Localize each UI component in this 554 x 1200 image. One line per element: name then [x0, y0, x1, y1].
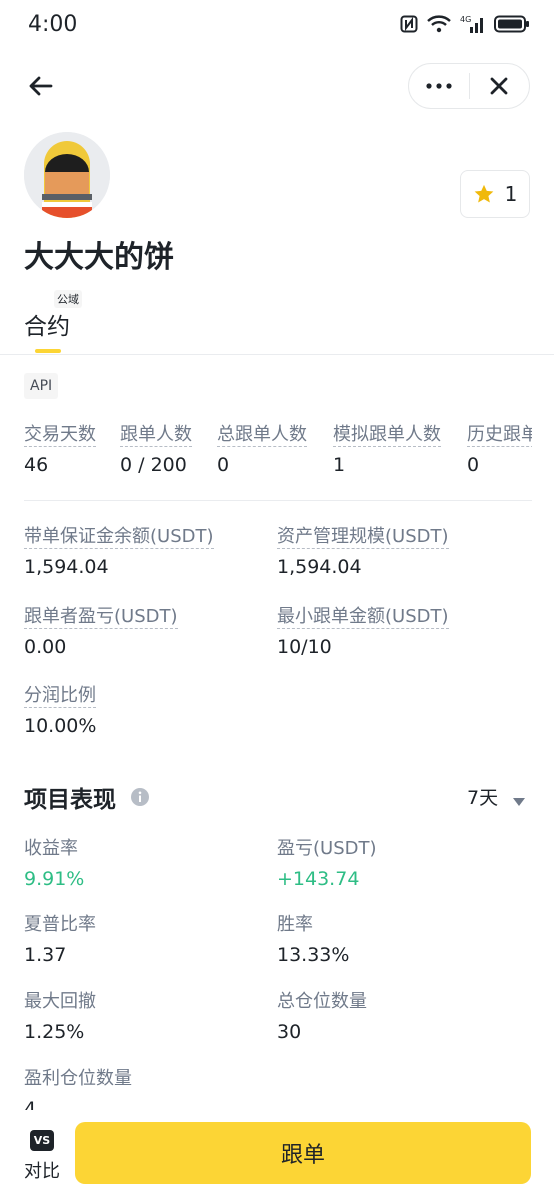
max-drawdown-label: 最大回撤	[24, 991, 96, 1012]
status-icons: 4G	[400, 14, 530, 34]
info-icon[interactable]	[130, 787, 150, 811]
compare-icon[interactable]: VS	[30, 1130, 54, 1151]
pnl-label: 盈亏(USDT)	[277, 838, 377, 859]
stat-value: 46	[24, 454, 49, 476]
star-icon	[474, 184, 493, 203]
profit-share-label: 分润比例	[24, 685, 96, 708]
follower-pnl-label: 跟单者盈亏(USDT)	[24, 606, 178, 629]
period-selector[interactable]: 7天	[467, 783, 498, 810]
margin-balance-value: 1,594.04	[24, 556, 109, 578]
back-button[interactable]	[22, 70, 58, 102]
aum-value: 1,594.04	[277, 556, 362, 578]
signal-icon: 4G	[460, 15, 483, 33]
profit-share-value: 10.00%	[24, 715, 97, 737]
stat-value: 0	[217, 454, 230, 476]
min-copy-label: 最小跟单金额(USDT)	[277, 606, 449, 629]
close-icon	[491, 77, 508, 95]
compare-label[interactable]: 对比	[24, 1157, 60, 1183]
tab-indicator	[35, 349, 61, 353]
win-rate-value: 13.33%	[277, 944, 350, 966]
win-rate-label: 胜率	[277, 914, 313, 935]
performance-title: 项目表现	[24, 787, 116, 813]
tab-futures[interactable]: 合约	[24, 307, 70, 341]
avatar	[24, 132, 110, 218]
tab-badge: 公域	[54, 290, 82, 308]
status-time: 4:00	[28, 12, 78, 37]
favorite-button[interactable]: 1	[460, 170, 530, 218]
header-actions	[408, 63, 530, 109]
roi-label: 收益率	[24, 838, 78, 859]
stat-value: 0 / 200	[120, 454, 187, 476]
back-arrow-icon	[29, 76, 53, 96]
wifi-icon	[427, 15, 451, 33]
profitable-positions-label: 盈利仓位数量	[24, 1068, 132, 1089]
max-drawdown-value: 1.25%	[24, 1021, 85, 1043]
api-badge: API	[24, 373, 59, 399]
min-copy-value: 10/10	[277, 636, 332, 658]
favorite-count: 1	[504, 182, 518, 206]
battery-icon	[494, 15, 529, 33]
follower-pnl-value: 0.00	[24, 636, 67, 658]
more-icon	[426, 83, 452, 89]
total-positions-label: 总仓位数量	[277, 991, 367, 1012]
stat-label: 模拟跟单人数	[333, 424, 441, 447]
trader-name: 大大大的饼	[24, 240, 174, 275]
caret-down-icon[interactable]	[513, 791, 525, 810]
stats-row[interactable]: 交易天数 46 跟单人数 0 / 200 总跟单人数 0 模拟跟单人数 1 历史…	[0, 416, 532, 486]
roi-value: 9.91%	[24, 868, 85, 890]
stat-label: 交易天数	[24, 424, 96, 447]
more-button[interactable]	[409, 64, 469, 108]
divider	[24, 500, 532, 501]
close-button[interactable]	[470, 64, 529, 108]
total-positions-value: 30	[277, 1021, 302, 1043]
margin-balance-label: 带单保证金余额(USDT)	[24, 526, 214, 549]
sharpe-label: 夏普比率	[24, 914, 96, 935]
copy-trade-button[interactable]: 跟单	[75, 1122, 531, 1184]
stat-value: 0	[467, 454, 480, 476]
aum-label: 资产管理规模(USDT)	[277, 526, 449, 549]
avatar-image	[24, 132, 110, 218]
pnl-value: +143.74	[277, 868, 360, 890]
stat-label: 总跟单人数	[217, 424, 307, 447]
stat-label: 历史跟单	[467, 424, 532, 447]
stat-label: 跟单人数	[120, 424, 192, 447]
stat-value: 1	[333, 454, 346, 476]
nfc-icon	[400, 15, 418, 33]
sharpe-value: 1.37	[24, 944, 67, 966]
divider	[0, 354, 554, 355]
svg-text:4G: 4G	[460, 15, 471, 24]
